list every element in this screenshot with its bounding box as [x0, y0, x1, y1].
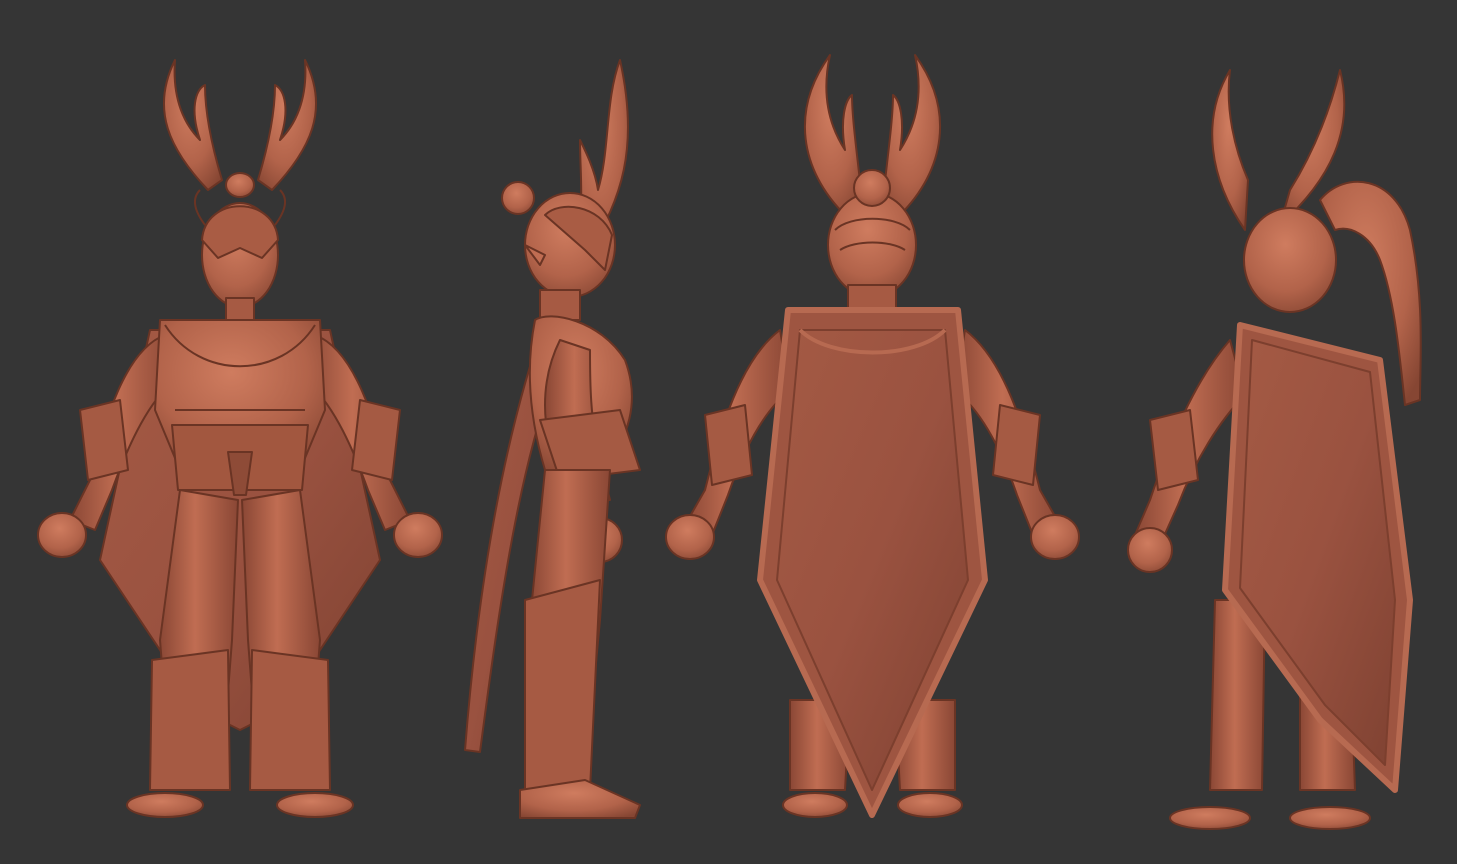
character-turnaround: [0, 0, 1457, 864]
sculpt-viewport: [0, 0, 1457, 864]
